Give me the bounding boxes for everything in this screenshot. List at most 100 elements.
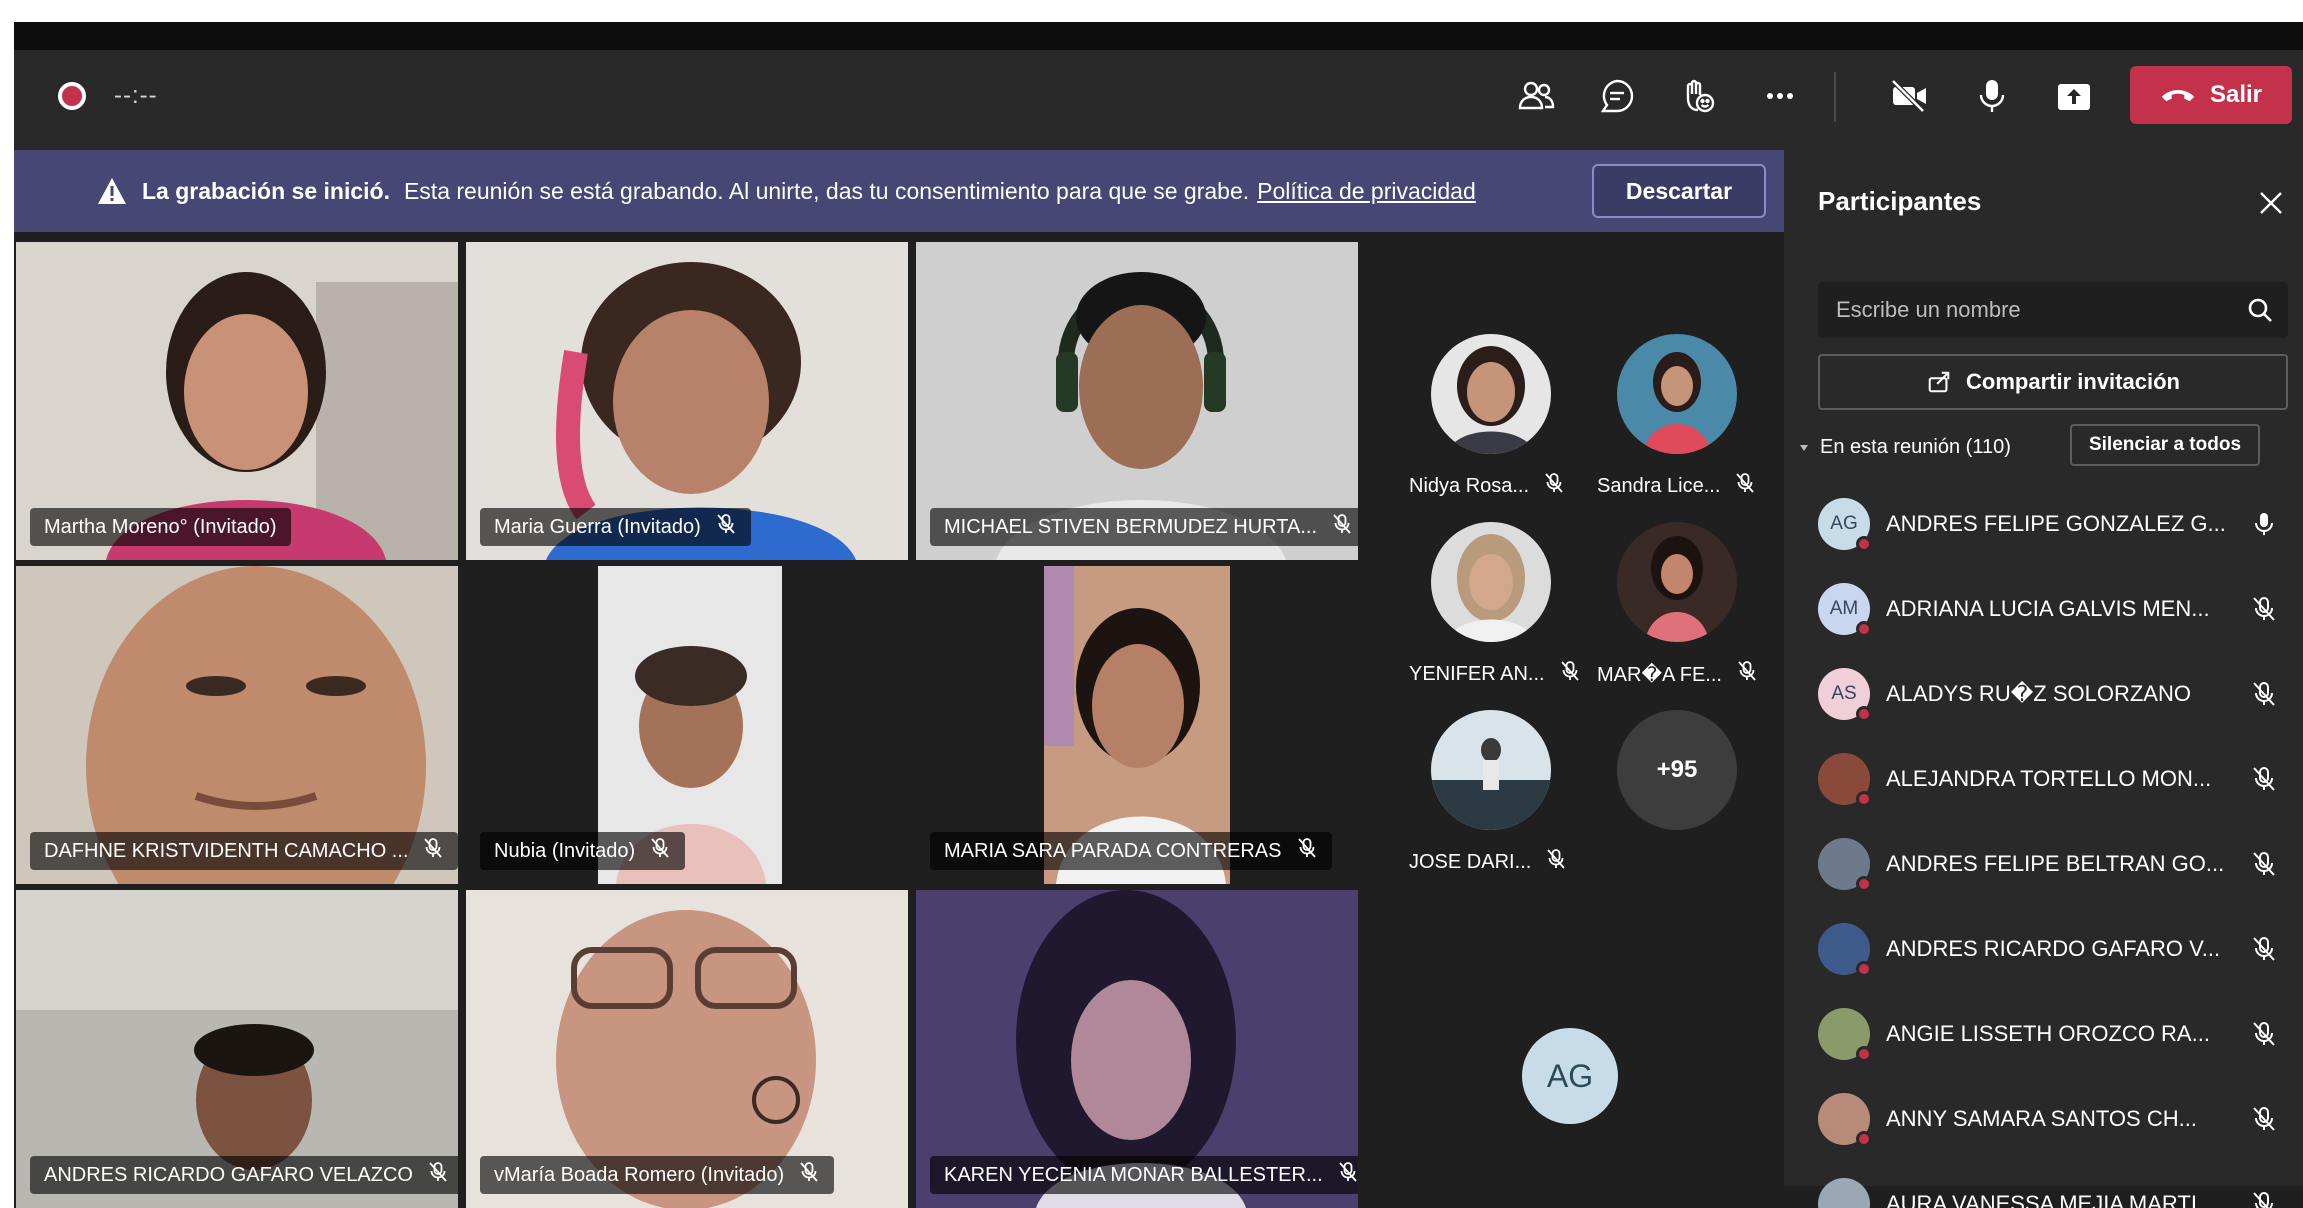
chat-icon [1600,79,1634,113]
video-tile[interactable]: MICHAEL STIVEN BERMUDEZ HURTA... [916,242,1358,560]
share-invite-label: Compartir invitación [1966,369,2180,394]
participant-avatar[interactable] [1617,522,1737,642]
participant-name: AURA VANESSA MEJIA MARTI... [1886,1191,2216,1208]
toolbar-divider [1834,72,1836,122]
tile-name-label: MICHAEL STIVEN BERMUDEZ HURTA... [930,508,1358,546]
ellipsis-icon [1767,93,1793,99]
leave-button[interactable]: Salir [2130,66,2292,124]
participant-name: ALEJANDRA TORTELLO MON... [1886,766,2212,791]
hang-up-icon [2161,90,2195,102]
share-screen-button[interactable] [2046,70,2102,122]
mute-all-button[interactable]: Silenciar a todos [2070,424,2260,466]
mic-off-icon [1296,837,1318,865]
participant-row[interactable]: AM ADRIANA LUCIA GALVIS MEN... [1818,579,2278,639]
avatar-label: YENIFER AN... [1409,660,1609,688]
banner-text: Esta reunión se está grabando. Al unirte… [403,177,1250,204]
mic-off-icon [2250,765,2278,793]
tile-name: MARIA SARA PARADA CONTRERAS [944,839,1282,862]
participant-avatar [1818,1093,1872,1147]
tile-name: vMaría Boada Romero (Invitado) [494,1163,785,1186]
participants-button[interactable] [1508,70,1564,122]
microphone-icon [1979,80,2005,112]
participant-avatar[interactable] [1617,334,1737,454]
mic-off-icon [2250,595,2278,623]
video-tile[interactable]: ANDRES RICARDO GAFARO VELAZCO [16,890,458,1208]
mic-off-icon [649,837,671,865]
mic-off-icon [1545,848,1567,876]
participant-avatar: AM [1818,583,1872,637]
mic-off-icon [2250,680,2278,708]
mic-off-icon [715,513,737,541]
avatar-label: Sandra Lice... [1597,472,1797,500]
video-tile[interactable]: KAREN YECENIA MONAR BALLESTER... [916,890,1358,1208]
mic-off-icon [1559,660,1581,688]
more-participants-button[interactable]: +95 [1617,710,1737,830]
avatar-label: Nidya Rosa... [1409,472,1609,500]
search-placeholder: Escribe un nombre [1836,297,2021,322]
camera-off-icon [1891,79,1926,113]
video-tile[interactable]: Maria Guerra (Invitado) [466,242,908,560]
video-tile[interactable]: vMaría Boada Romero (Invitado) [466,890,908,1208]
dismiss-button[interactable]: Descartar [1592,164,1766,218]
tile-name-label: KAREN YECENIA MONAR BALLESTER... [930,1156,1358,1194]
mic-off-icon [422,837,444,865]
video-tile[interactable]: DAFHNE KRISTVIDENTH CAMACHO ... [16,566,458,884]
status-badge [1856,961,1872,977]
participant-name: ADRIANA LUCIA GALVIS MEN... [1886,596,2210,621]
video-tile[interactable]: Martha Moreno° (Invitado) [16,242,458,560]
privacy-policy-link[interactable]: Política de privacidad [1257,178,1476,205]
more-actions-button[interactable] [1752,70,1808,122]
participant-avatar [1818,838,1872,892]
participant-avatar[interactable] [1431,522,1551,642]
recording-icon [58,82,86,110]
camera-toggle-button[interactable] [1881,70,1937,122]
mic-off-icon [1734,472,1756,500]
warning-icon [98,178,126,204]
tile-name: ANDRES RICARDO GAFARO VELAZCO [44,1163,413,1186]
participant-row[interactable]: AG ANDRES FELIPE GONZALEZ G... [1818,494,2278,554]
participant-avatar: AG [1818,498,1872,552]
participant-avatar[interactable] [1431,334,1551,454]
share-icon [1928,371,1950,393]
tile-name-label: DAFHNE KRISTVIDENTH CAMACHO ... [30,832,458,870]
participants-panel: Participantes Escribe un nombre Comparti… [1784,150,2303,1208]
participant-avatar[interactable] [1431,710,1551,830]
in-meeting-section-toggle[interactable]: En esta reunión (110) [1798,436,2011,459]
participant-row[interactable]: ANNY SAMARA SANTOS CH... [1818,1089,2278,1149]
reaction-hand-icon [1686,79,1715,113]
mic-off-icon [1736,660,1758,688]
recording-banner: La grabación se inició. Esta reunión se … [14,150,1784,232]
participant-row[interactable]: ANDRES FELIPE BELTRAN GO... [1818,834,2278,894]
status-badge [1856,791,1872,807]
share-invite-button[interactable]: Compartir invitación [1818,354,2288,410]
tile-name-label: ANDRES RICARDO GAFARO VELAZCO [30,1156,458,1194]
tile-name: Nubia (Invitado) [494,839,636,862]
participant-name: ANDRES FELIPE BELTRAN GO... [1886,851,2225,876]
caret-down-icon [1800,444,1808,451]
search-participants-input[interactable]: Escribe un nombre [1818,282,2288,338]
participant-row[interactable]: AS ALADYS RU�Z SOLORZANO [1818,664,2278,724]
avatar-name: YENIFER AN... [1409,662,1545,685]
tile-name-label: Maria Guerra (Invitado) [480,508,751,546]
microphone-toggle-button[interactable] [1964,70,2020,122]
reactions-button[interactable] [1670,70,1726,122]
mic-off-icon [2250,1020,2278,1048]
participant-row[interactable]: AURA VANESSA MEJIA MARTI... [1818,1174,2278,1208]
status-badge [1856,1131,1872,1147]
participant-row[interactable]: ANDRES RICARDO GAFARO V... [1818,919,2278,979]
video-tile[interactable]: MARIA SARA PARADA CONTRERAS [916,566,1358,884]
participant-name: ANDRES RICARDO GAFARO V... [1886,936,2221,961]
mic-off-icon [798,1161,820,1189]
avatar-label: JOSE DARI... [1409,848,1609,876]
teams-meeting-window: --:-- Salir La grabación se inició. Esta… [14,22,2303,1208]
banner-title: La grabación se inició. [142,177,390,204]
chat-button[interactable] [1589,70,1645,122]
avatar-name: MAR�A FE... [1597,663,1722,686]
video-tile[interactable]: Nubia (Invitado) [466,566,908,884]
share-tray-icon [2058,84,2090,110]
participant-row[interactable]: ALEJANDRA TORTELLO MON... [1818,749,2278,809]
participant-avatar [1818,1178,1870,1208]
mic-off-icon [2250,1105,2278,1133]
close-icon[interactable] [2256,188,2286,218]
participant-row[interactable]: ANGIE LISSETH OROZCO RA... [1818,1004,2278,1064]
